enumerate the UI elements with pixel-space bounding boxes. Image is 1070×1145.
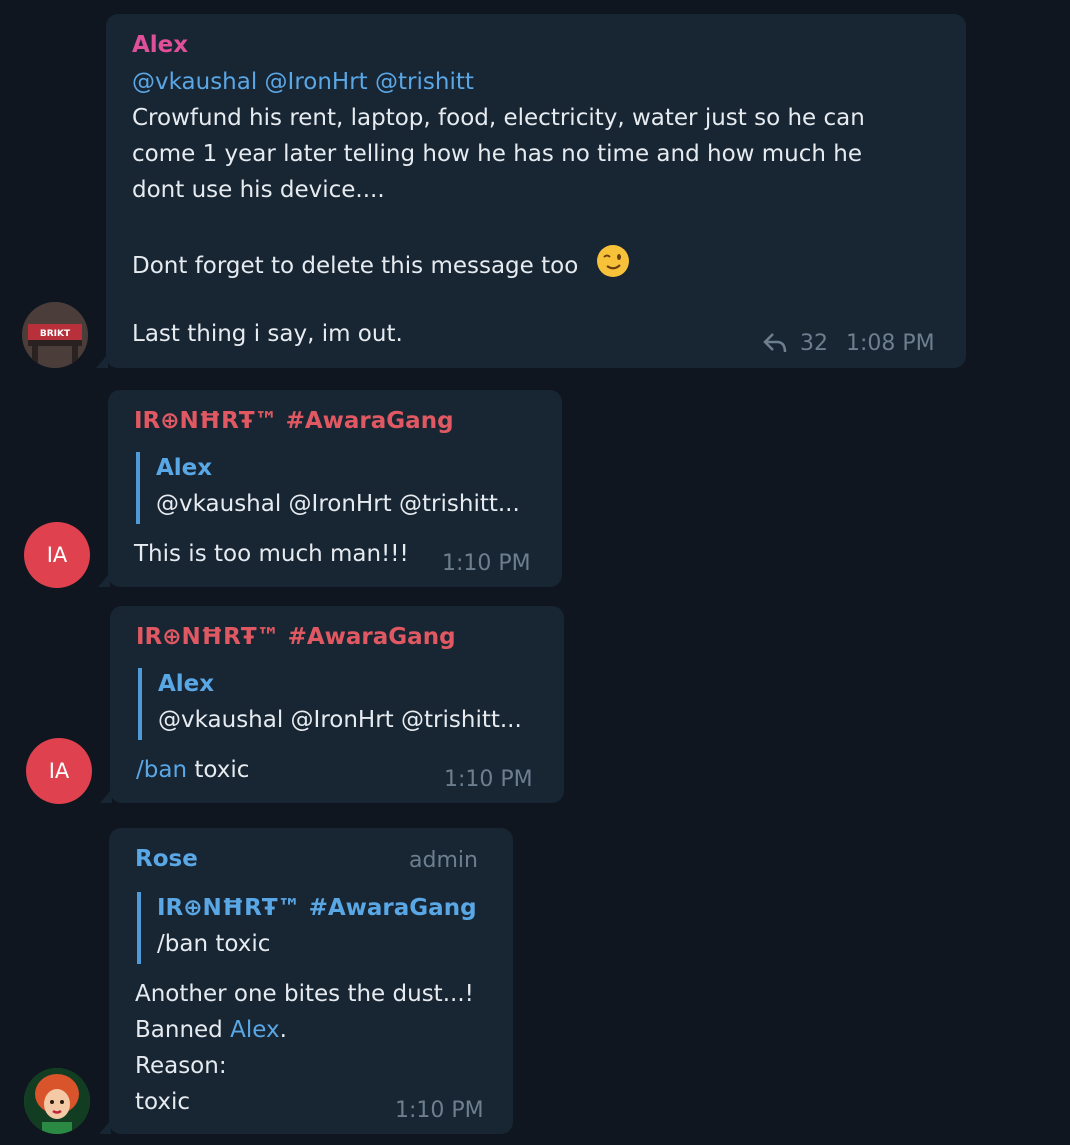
banned-user-link[interactable]: Alex bbox=[230, 1017, 279, 1043]
message-time: 1:08 PM bbox=[846, 331, 935, 356]
bot-command-link[interactable]: /ban bbox=[136, 757, 187, 783]
quote-sender: IR⊕NĦRŦ™ #AwaraGang bbox=[157, 895, 477, 921]
sender-name[interactable]: IR⊕NĦRŦ™ #AwaraGang bbox=[136, 624, 456, 650]
mentions[interactable]: @vkaushal @IronHrt @trishitt bbox=[132, 64, 474, 100]
avatar-logo-text: BRIKT bbox=[40, 329, 71, 339]
message-line: Last thing i say, im out. bbox=[132, 321, 403, 347]
message-time: 1:10 PM bbox=[442, 551, 531, 576]
quote-sender: Alex bbox=[158, 671, 215, 697]
message-line: Reason: bbox=[135, 1053, 227, 1079]
sender-name[interactable]: IR⊕NĦRŦ™ #AwaraGang bbox=[134, 408, 454, 434]
command-argument: toxic bbox=[194, 757, 250, 783]
message-bubble-rose[interactable]: Rose admin IR⊕NĦRŦ™ #AwaraGang /ban toxi… bbox=[99, 828, 513, 1134]
message-line: dont use his device.... bbox=[132, 177, 385, 203]
reply-quote[interactable]: Alex @vkaushal @IronHrt @trishitt... bbox=[138, 668, 522, 740]
reply-quote[interactable]: Alex @vkaushal @IronHrt @trishitt... bbox=[136, 452, 520, 524]
sender-name[interactable]: Alex bbox=[132, 32, 188, 58]
message-time: 1:10 PM bbox=[395, 1098, 484, 1123]
avatar-initials: IA bbox=[48, 759, 70, 783]
avatar-ironhrt[interactable]: IA bbox=[26, 738, 92, 804]
banned-prefix: Banned bbox=[135, 1017, 223, 1043]
reply-icon[interactable] bbox=[762, 332, 788, 358]
message-bubble-ironhrt[interactable]: IR⊕NĦRŦ™ #AwaraGang Alex @vkaushal @Iron… bbox=[98, 390, 562, 587]
message-bubble-alex[interactable]: Alex @vkaushal @IronHrt @trishitt Crowfu… bbox=[96, 14, 966, 368]
banned-suffix: . bbox=[279, 1017, 287, 1043]
message-bubble-ironhrt-ban[interactable]: IR⊕NĦRŦ™ #AwaraGang Alex @vkaushal @Iron… bbox=[100, 606, 564, 803]
message-line: Crowfund his rent, laptop, food, electri… bbox=[132, 105, 865, 131]
message-line: come 1 year later telling how he has no … bbox=[132, 141, 863, 167]
reply-count[interactable]: 32 bbox=[800, 331, 828, 356]
sender-name[interactable]: Rose bbox=[135, 846, 198, 872]
message-text: This is too much man!!! bbox=[134, 541, 409, 567]
quote-sender: Alex bbox=[156, 455, 213, 481]
message-line: Banned Alex. bbox=[135, 1012, 287, 1048]
avatar-alex[interactable]: BRIKT bbox=[22, 302, 88, 368]
quote-text: /ban toxic bbox=[157, 931, 271, 957]
avatar-rose[interactable] bbox=[24, 1068, 90, 1134]
avatar-initials: IA bbox=[46, 543, 68, 567]
message-text: /ban toxic bbox=[136, 752, 249, 788]
message-time: 1:10 PM bbox=[444, 767, 533, 792]
quote-text: @vkaushal @IronHrt @trishitt... bbox=[156, 491, 520, 517]
message-line: toxic bbox=[135, 1089, 191, 1115]
message-line: Another one bites the dust...! bbox=[135, 981, 474, 1007]
quote-text: @vkaushal @IronHrt @trishitt... bbox=[158, 707, 522, 733]
message-line-text: Dont forget to delete this message too bbox=[132, 253, 579, 279]
admin-badge: admin bbox=[409, 848, 478, 873]
avatar-ironhrt[interactable]: IA bbox=[24, 522, 90, 588]
wink-emoji-icon bbox=[596, 244, 630, 289]
reply-quote[interactable]: IR⊕NĦRŦ™ #AwaraGang /ban toxic bbox=[137, 892, 477, 964]
message-line: Dont forget to delete this message too bbox=[132, 244, 630, 289]
